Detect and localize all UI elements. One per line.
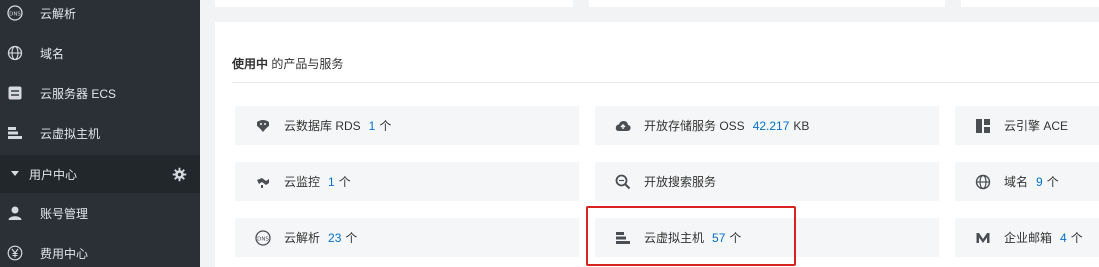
cloud-upload-icon <box>615 118 631 134</box>
gear-icon[interactable] <box>172 167 187 182</box>
user-icon <box>7 205 23 221</box>
tile-label: 云虚拟主机 57 个 <box>644 231 742 245</box>
tile-label: 云监控 1 个 <box>284 175 351 189</box>
sidebar-item-ecs[interactable]: 云服务器 ECS <box>0 73 200 113</box>
sidebar-section-user-center[interactable]: 用户中心 <box>0 155 200 193</box>
overview-card <box>589 0 945 7</box>
sidebar-item-dns[interactable]: DNS 云解析 <box>0 0 200 33</box>
product-tile-virtual-host[interactable]: 云虚拟主机 57 个 <box>595 218 939 257</box>
virtual-host-icon <box>615 230 631 246</box>
tile-label: 开放搜索服务 <box>644 175 717 189</box>
grid-icon <box>975 118 991 134</box>
globe-icon <box>975 174 991 190</box>
search-icon <box>615 174 631 190</box>
product-tile-ace[interactable]: 云引擎 ACE <box>955 106 1099 145</box>
database-icon <box>255 118 271 134</box>
mail-icon <box>975 230 991 246</box>
product-tile-oss[interactable]: 开放存储服务 OSS 42.217 KB <box>595 106 939 145</box>
monitor-icon <box>255 174 271 190</box>
product-tile-rds[interactable]: 云数据库 RDS 1 个 <box>235 106 579 145</box>
product-tile-domain[interactable]: 域名 9 个 <box>955 162 1099 201</box>
globe-icon <box>7 45 23 61</box>
sidebar-item-domain[interactable]: 域名 <box>0 33 200 73</box>
tile-label: 企业邮箱 4 个 <box>1004 231 1083 245</box>
divider <box>232 82 1099 83</box>
virtual-host-icon <box>7 125 23 141</box>
tile-label: 云引擎 ACE <box>1004 119 1069 133</box>
panel-title: 使用中 的产品与服务 <box>232 57 344 71</box>
sidebar-item-label: 账号管理 <box>40 206 89 221</box>
sidebar: DNS 云解析 域名 云服务器 ECS 云虚拟主机 用户中心 账号管理 费用中心 <box>0 0 200 267</box>
svg-text:DNS: DNS <box>9 12 21 18</box>
caret-down-icon <box>11 171 19 176</box>
svg-text:DNS: DNS <box>257 236 269 242</box>
product-tile-mail[interactable]: 企业邮箱 4 个 <box>955 218 1099 257</box>
tile-label: 域名 9 个 <box>1004 175 1059 189</box>
product-tile-monitor[interactable]: 云监控 1 个 <box>235 162 579 201</box>
sidebar-item-label: 云解析 <box>40 6 77 21</box>
sidebar-item-label: 云服务器 ECS <box>40 86 117 101</box>
product-tile-dns[interactable]: DNS 云解析 23 个 <box>235 218 579 257</box>
sidebar-item-label: 费用中心 <box>40 246 89 261</box>
tile-label: 云数据库 RDS 1 个 <box>284 119 392 133</box>
sidebar-item-label: 域名 <box>40 46 65 61</box>
yen-icon <box>7 245 23 261</box>
sidebar-item-label: 云虚拟主机 <box>40 126 101 141</box>
sidebar-item-virtual-host[interactable]: 云虚拟主机 <box>0 113 200 153</box>
sidebar-item-billing[interactable]: 费用中心 <box>0 233 200 267</box>
dns-icon: DNS <box>7 5 23 21</box>
overview-card <box>961 0 1099 7</box>
dns-icon: DNS <box>255 229 271 246</box>
sidebar-section-label: 用户中心 <box>29 167 78 182</box>
tile-label: 开放存储服务 OSS 42.217 KB <box>644 119 810 133</box>
product-tile-opensearch[interactable]: 开放搜索服务 <box>595 162 939 201</box>
overview-card <box>215 0 573 7</box>
server-icon <box>7 85 23 101</box>
tile-label: 云解析 23 个 <box>284 231 358 245</box>
sidebar-item-account[interactable]: 账号管理 <box>0 193 200 233</box>
